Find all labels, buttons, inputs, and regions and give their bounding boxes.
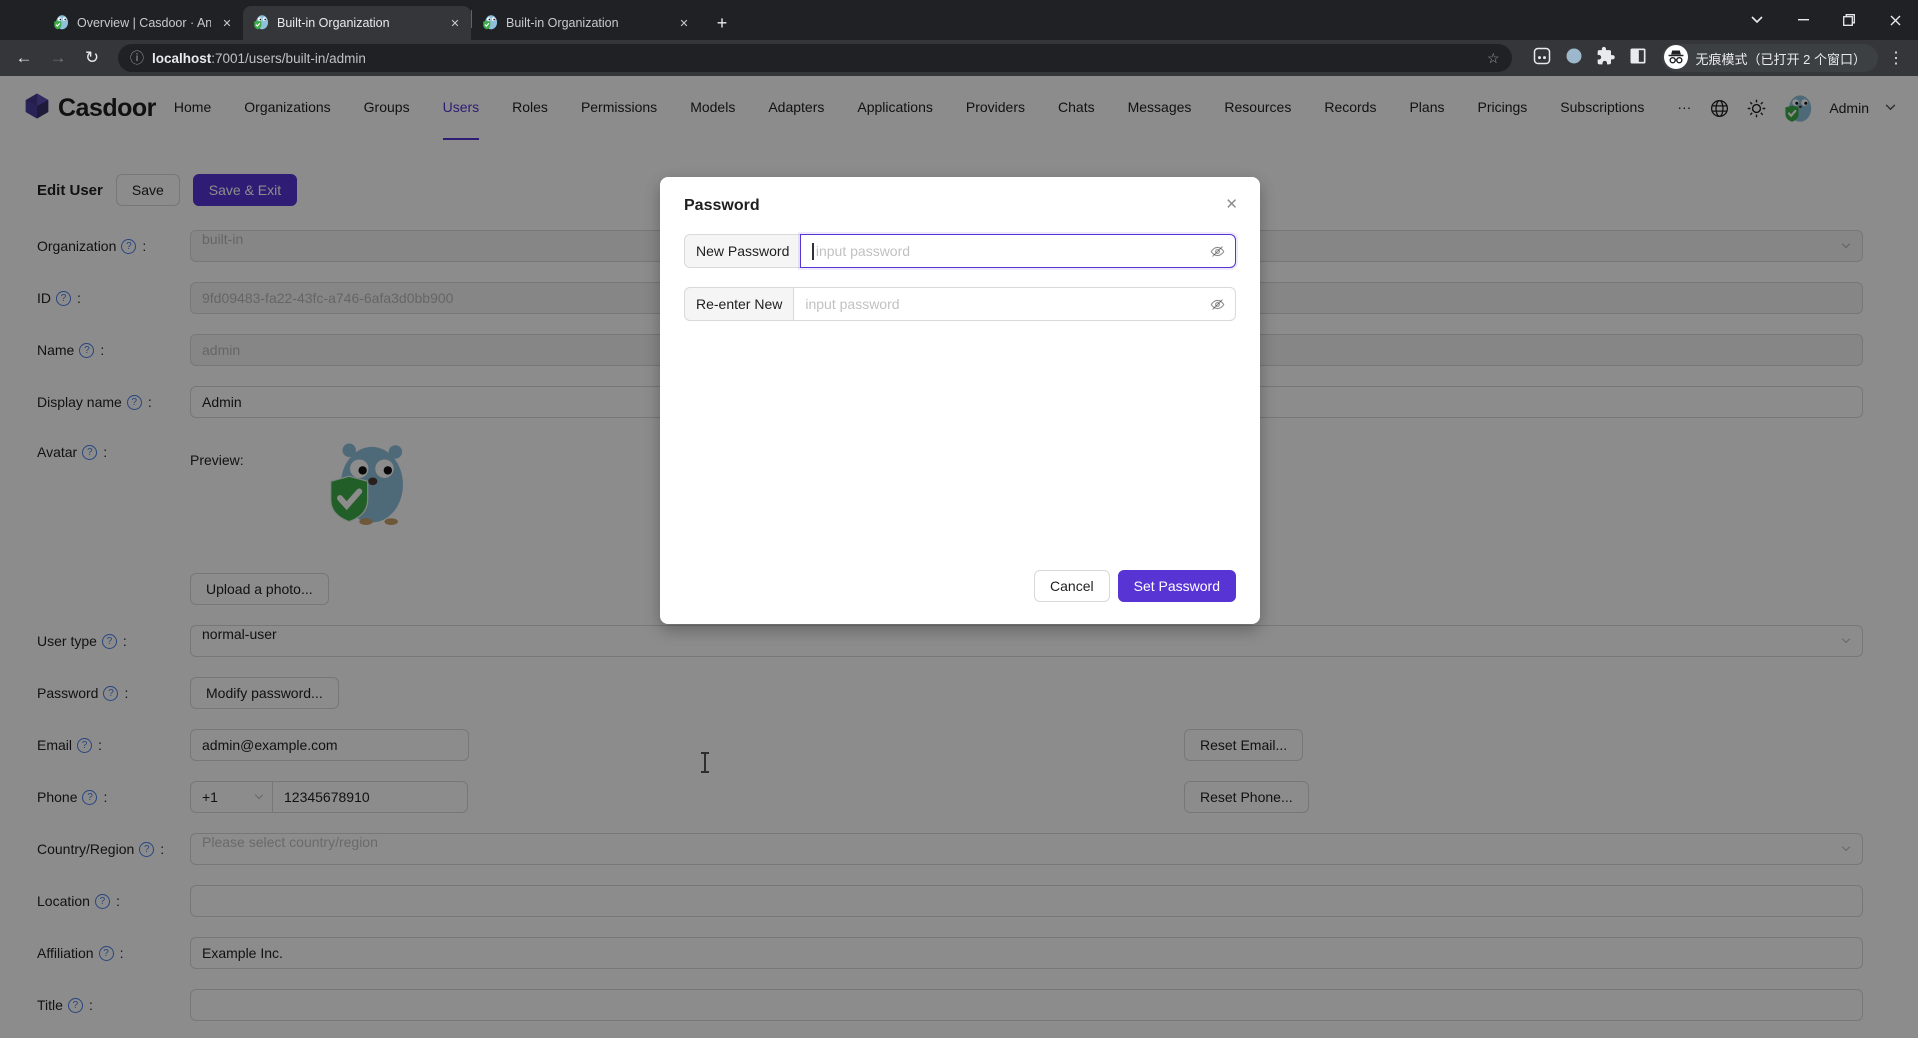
password-modal: Password ✕ New Password input password R… xyxy=(660,177,1260,624)
address-bar[interactable]: ⓘ localhost:7001/users/built-in/admin ☆ xyxy=(118,44,1512,72)
set-password-button[interactable]: Set Password xyxy=(1118,570,1236,602)
extension-split-icon[interactable] xyxy=(1628,46,1648,71)
new-tab-button[interactable]: + xyxy=(708,9,736,37)
input-placeholder: input password xyxy=(816,243,910,259)
minimize-button[interactable] xyxy=(1780,0,1826,40)
extension-circle-icon[interactable] xyxy=(1564,46,1584,71)
incognito-label: 无痕模式（已打开 2 个窗口） xyxy=(1696,49,1866,68)
casdoor-page: Casdoor Home Organizations Groups Users … xyxy=(0,76,1918,1038)
extensions-puzzle-icon[interactable] xyxy=(1596,46,1616,71)
close-window-button[interactable] xyxy=(1872,0,1918,40)
incognito-icon xyxy=(1664,45,1688,72)
reenter-password-input[interactable]: input password xyxy=(793,287,1236,321)
tab-title: Built-in Organization xyxy=(277,16,439,30)
reenter-password-label: Re-enter New xyxy=(684,287,793,321)
url-path: :7001/users/built-in/admin xyxy=(211,51,366,66)
favicon-casdoor-icon xyxy=(253,14,269,33)
browser-tab-builtin-org-active[interactable]: Built-in Organization ✕ xyxy=(243,6,471,40)
tab-strip: Overview | Casdoor · An Open ✕ Built-in … xyxy=(0,0,1918,40)
new-password-row: New Password input password xyxy=(684,234,1236,268)
modal-close-icon[interactable]: ✕ xyxy=(1225,195,1238,213)
extension-icons xyxy=(1532,46,1648,71)
tab-close-icon[interactable]: ✕ xyxy=(447,15,463,31)
text-cursor-artifact xyxy=(700,752,710,775)
favicon-casdoor-icon xyxy=(482,14,498,33)
new-password-input[interactable]: input password xyxy=(800,234,1236,268)
window-controls xyxy=(1734,0,1918,40)
browser-tab-overview[interactable]: Overview | Casdoor · An Open ✕ xyxy=(43,6,243,40)
maximize-button[interactable] xyxy=(1826,0,1872,40)
url-text: localhost:7001/users/built-in/admin xyxy=(152,51,1479,66)
tab-title: Built-in Organization xyxy=(506,16,668,30)
tab-search-chevron-icon[interactable] xyxy=(1734,0,1780,40)
tab-title: Overview | Casdoor · An Open xyxy=(77,16,211,30)
extension-box-icon[interactable] xyxy=(1532,46,1552,71)
incognito-badge: 无痕模式（已打开 2 个窗口） xyxy=(1662,44,1878,72)
tab-close-icon[interactable]: ✕ xyxy=(219,15,235,31)
eye-invisible-icon[interactable] xyxy=(1210,244,1225,259)
back-button[interactable]: ← xyxy=(10,44,38,72)
favicon-casdoor-icon xyxy=(53,14,69,33)
reenter-password-row: Re-enter New input password xyxy=(684,287,1236,321)
new-password-label: New Password xyxy=(684,234,800,268)
input-placeholder: input password xyxy=(805,296,899,312)
browser-tab-builtin-org[interactable]: Built-in Organization ✕ xyxy=(472,6,700,40)
url-host: localhost xyxy=(152,51,211,66)
reload-button[interactable]: ↻ xyxy=(78,44,106,72)
modal-title: Password xyxy=(684,197,1236,215)
eye-invisible-icon[interactable] xyxy=(1210,297,1225,312)
forward-button[interactable]: → xyxy=(44,44,72,72)
text-caret xyxy=(812,243,814,260)
tab-close-icon[interactable]: ✕ xyxy=(676,15,692,31)
cancel-button[interactable]: Cancel xyxy=(1034,570,1110,602)
bookmark-star-icon[interactable]: ☆ xyxy=(1487,50,1500,67)
modal-footer: Cancel Set Password xyxy=(1034,570,1236,602)
browser-toolbar: ← → ↻ ⓘ localhost:7001/users/built-in/ad… xyxy=(0,40,1918,76)
browser-chrome: Overview | Casdoor · An Open ✕ Built-in … xyxy=(0,0,1918,76)
browser-menu-icon[interactable]: ⋮ xyxy=(1884,48,1908,68)
site-info-icon[interactable]: ⓘ xyxy=(130,48,144,68)
